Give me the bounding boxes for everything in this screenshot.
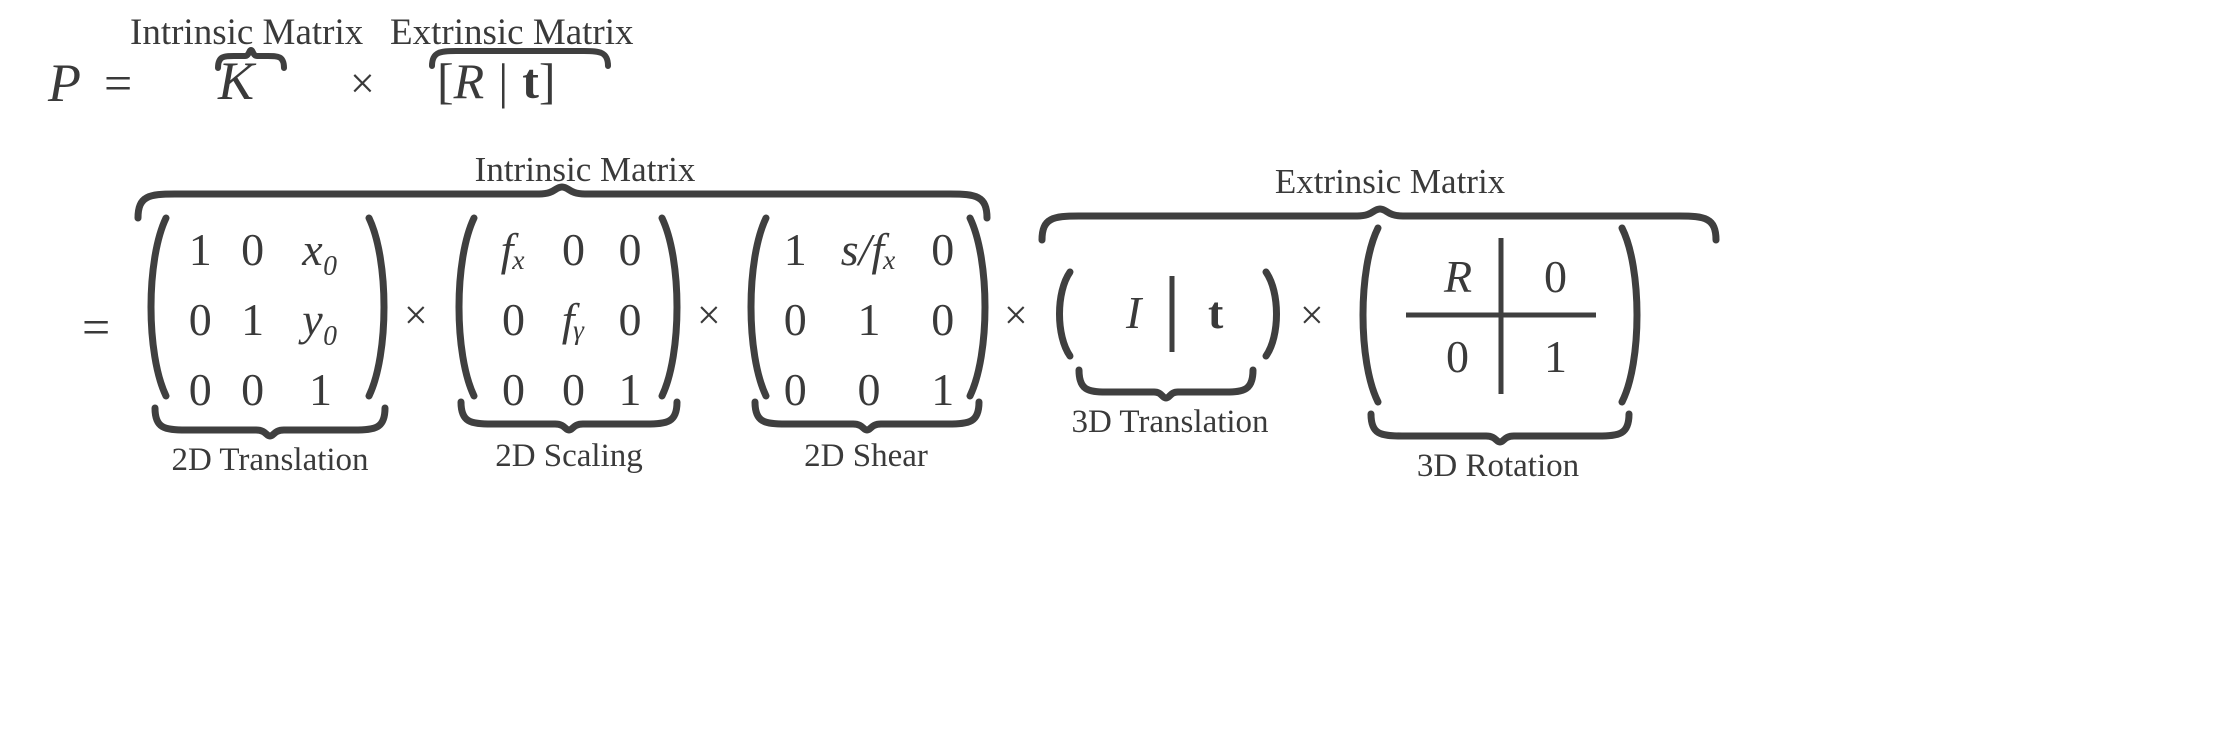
underbrace-2d-shear — [751, 398, 983, 434]
rotation-block-bottom-right: 1 — [1544, 331, 1567, 382]
times-operator-row1: × — [350, 59, 375, 108]
bracket-close-row1: ] — [538, 53, 556, 109]
times-operator-1: × — [404, 293, 428, 339]
grid-divider-rotation3d — [1406, 238, 1596, 394]
matrix-1-cell-0-1: 0 — [241, 223, 265, 275]
divider-translation3d — [1169, 276, 1175, 352]
matrix-1-cell-0-2: x₀ — [302, 223, 339, 275]
equation-row-1: Intrinsic Matrix Extrinsic Matrix P = K … — [0, 0, 2236, 140]
times-operator-4: × — [1300, 293, 1324, 339]
label-3d-rotation: 3D Rotation — [1416, 448, 1580, 484]
matrix-3-row-1: 0 1 0 — [774, 284, 964, 354]
matrix-1-row-1: 0 1 y₀ — [174, 284, 362, 354]
matrix-3-cell-0-2: 0 — [931, 223, 955, 275]
label-intrinsic-matrix-top: Intrinsic Matrix — [130, 12, 364, 53]
identity-symbol: I — [1126, 287, 1142, 338]
equation-figure: Intrinsic Matrix Extrinsic Matrix P = K … — [0, 0, 2236, 754]
equals-sign-row1: = — [104, 55, 133, 111]
matrix-3-cell-0-0: 1 — [783, 223, 807, 275]
matrix-1-row-0: 1 0 x₀ — [174, 214, 362, 284]
matrix-2-cell-0-2: 0 — [618, 223, 642, 275]
equals-sign-row2: = — [82, 299, 111, 355]
projection-matrix-symbol: P — [48, 53, 81, 113]
label-2d-shear: 2D Shear — [804, 438, 928, 474]
matrix-3-cell-0-1: s/fₓ — [840, 223, 898, 275]
matrix-2-cell-1-2: 0 — [618, 293, 642, 345]
matrix-2-cell-0-1: 0 — [561, 223, 585, 275]
matrix-3-cell-1-0: 0 — [783, 293, 807, 345]
matrix-1-cell-1-2: y₀ — [302, 293, 339, 345]
matrix-2-cell-1-0: 0 — [501, 293, 525, 345]
matrix-2-row-0: fₓ 0 0 — [482, 214, 658, 284]
extrinsic-matrix-symbol: [R | t] — [437, 52, 556, 110]
matrix-2-table: fₓ 0 0 0 fᵧ 0 0 0 1 — [482, 214, 658, 424]
matrix-2-cell-0-0: fₓ — [500, 223, 527, 275]
equation-row-2: = Intrinsic Matrix Extrinsic Matrix 1 0 … — [0, 150, 2236, 754]
translation-symbol-row1: t — [522, 53, 539, 109]
rotation-block-top-right: 0 — [1544, 251, 1567, 302]
matrix-3-cell-1-1: 1 — [857, 293, 881, 345]
times-operator-2: × — [697, 293, 721, 339]
matrix-1-cell-0-0: 1 — [188, 223, 212, 275]
matrix-3-table: 1 s/fₓ 0 0 1 0 0 0 1 — [774, 214, 964, 424]
rotation-symbol-row1: R — [453, 53, 485, 109]
underbrace-3d-translation — [1075, 366, 1260, 402]
underbrace-2d-scaling — [457, 398, 681, 434]
times-operator-3: × — [1004, 293, 1028, 339]
intrinsic-matrix-symbol: K — [218, 51, 255, 111]
matrix-1-cell-1-1: 1 — [241, 293, 265, 345]
translation-vector-symbol: t — [1208, 287, 1224, 338]
vertical-bar-row1: | — [498, 53, 509, 109]
rotation-block-bottom-left: 0 — [1446, 331, 1469, 382]
rotation-block-top-left: R — [1444, 251, 1473, 302]
label-extrinsic-matrix-bottom: Extrinsic Matrix — [1274, 162, 1506, 201]
matrix-2-cell-1-1: fᵧ — [561, 293, 586, 345]
bracket-open-row1: [ — [437, 53, 454, 109]
label-2d-scaling: 2D Scaling — [495, 438, 643, 474]
matrix-3-row-0: 1 s/fₓ 0 — [774, 214, 964, 284]
label-3d-translation: 3D Translation — [1071, 404, 1269, 440]
matrix-1-cell-1-0: 0 — [188, 293, 212, 345]
underbrace-3d-rotation — [1367, 410, 1633, 446]
matrix-3-cell-1-2: 0 — [931, 293, 955, 345]
underbrace-2d-translation — [151, 404, 389, 440]
matrix-2-row-1: 0 fᵧ 0 — [482, 284, 658, 354]
matrix-1-table: 1 0 x₀ 0 1 y₀ 0 0 1 — [174, 214, 362, 424]
label-2d-translation: 2D Translation — [171, 442, 369, 478]
